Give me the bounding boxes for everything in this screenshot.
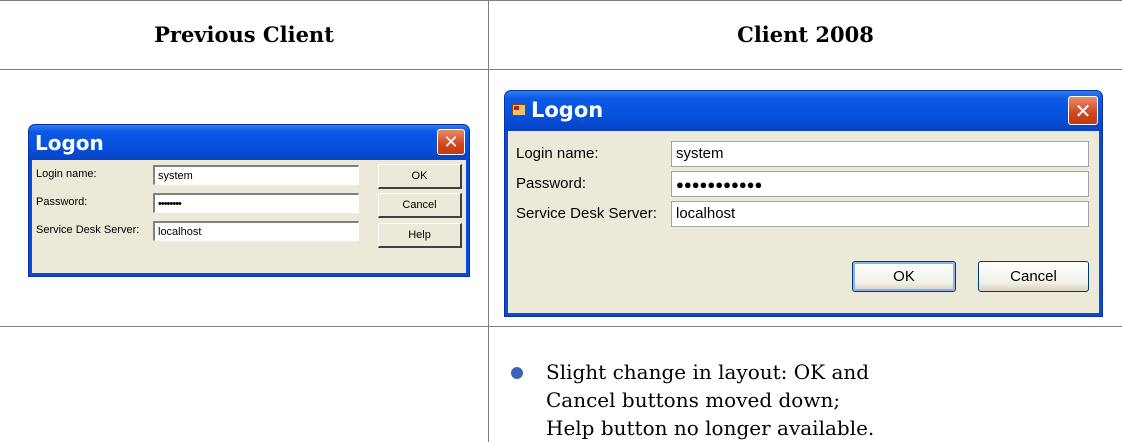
new-ok-button[interactable]: OK — [852, 261, 956, 292]
new-dialog-title: Logon — [531, 98, 604, 122]
new-logon-dialog: Logon ✕ Login name: Password: Service De… — [504, 90, 1103, 317]
new-password-input[interactable]: ●●●●●●●●●●● — [671, 171, 1089, 197]
old-dialog-title: Logon — [35, 131, 104, 155]
layout-change-note: Slight change in layout: OK and Cancel b… — [546, 360, 875, 440]
app-window-icon — [512, 104, 526, 116]
old-dialog-body: Login name: Password: Service Desk Serve… — [32, 160, 466, 273]
new-server-input[interactable]: localhost — [671, 201, 1089, 227]
old-login-name-input[interactable]: system — [153, 165, 359, 185]
new-title-bar[interactable]: Logon ✕ — [505, 91, 1102, 131]
new-dialog-body: Login name: Password: Service Desk Serve… — [508, 131, 1099, 313]
old-server-input[interactable]: localhost — [153, 221, 359, 241]
row-rule — [0, 326, 1122, 327]
old-password-input[interactable]: •••••••• — [153, 193, 359, 213]
new-cancel-button[interactable]: Cancel — [978, 261, 1089, 292]
old-password-label: Password: — [36, 196, 88, 208]
old-login-name-label: Login name: — [36, 168, 97, 180]
new-login-name-label: Login name: — [516, 145, 599, 162]
new-server-label: Service Desk Server: — [516, 205, 657, 222]
old-server-label: Service Desk Server: — [36, 224, 140, 236]
header-rule — [0, 69, 1122, 70]
column-header-previous: Previous Client — [154, 22, 334, 47]
old-help-button[interactable]: Help — [378, 223, 462, 248]
old-ok-button[interactable]: OK — [378, 164, 462, 189]
old-logon-dialog: Logon ✕ Login name: Password: Service De… — [28, 124, 470, 277]
new-login-name-input[interactable]: system — [671, 141, 1089, 167]
column-header-2008: Client 2008 — [737, 22, 874, 47]
bullet-icon — [511, 367, 523, 379]
new-password-label: Password: — [516, 175, 587, 192]
close-icon[interactable]: ✕ — [437, 129, 465, 155]
old-title-bar[interactable]: Logon ✕ — [29, 125, 469, 160]
old-cancel-button[interactable]: Cancel — [378, 193, 462, 218]
close-icon[interactable]: ✕ — [1068, 96, 1098, 125]
